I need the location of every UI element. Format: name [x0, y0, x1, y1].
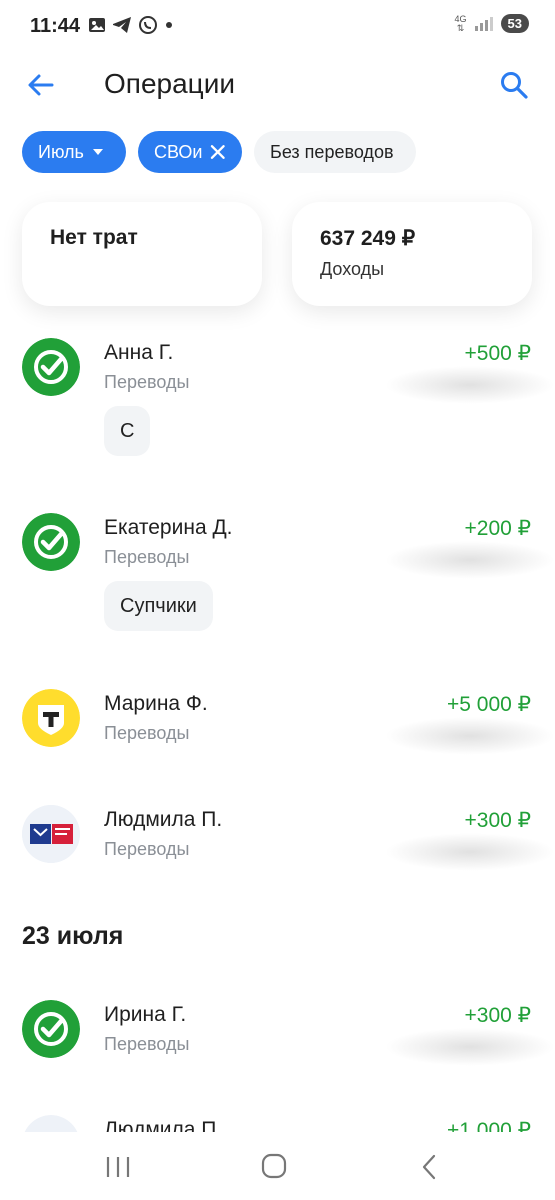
transaction-amount: +200 ₽ [464, 517, 532, 540]
dropdown-caret-icon [92, 149, 103, 155]
sber-logo-icon [22, 1000, 80, 1058]
transaction-amount: +5 000 ₽ [446, 693, 531, 716]
filter-chips: Июль СВОи Без переводов [22, 131, 416, 173]
redacted-area [385, 366, 555, 404]
transaction-amount: +1 000 ₽ [446, 1119, 531, 1132]
close-icon[interactable] [210, 144, 226, 160]
transaction-category: Переводы [104, 372, 190, 392]
more-notifications-icon [166, 22, 172, 28]
transaction-row[interactable]: Ирина Г. Переводы +300 ₽ [0, 1000, 555, 1070]
transaction-category: Переводы [104, 547, 190, 567]
transaction-name: Ирина Г. [104, 1003, 187, 1026]
income-amount: 637 249 ₽ [320, 227, 416, 250]
whatsapp-icon [139, 16, 157, 34]
transaction-category: Переводы [104, 723, 190, 743]
recent-apps-icon[interactable] [98, 1152, 138, 1182]
transaction-amount: +500 ₽ [464, 342, 532, 365]
transaction-name: Людмила П. [104, 808, 223, 831]
home-icon[interactable] [254, 1152, 294, 1182]
page-title: Операции [104, 68, 235, 99]
transfers-filter-label: Без переводов [270, 141, 394, 162]
month-filter-chip[interactable]: Июль [22, 131, 126, 173]
transaction-row[interactable]: Марина Ф. Переводы +5 000 ₽ [0, 689, 555, 759]
transaction-name: Людмила П. [104, 1118, 223, 1132]
transaction-amount: +300 ₽ [464, 809, 532, 832]
date-group-header: 23 июля [22, 922, 124, 950]
transaction-row[interactable]: Людмила П. +1 000 ₽ [0, 1115, 555, 1132]
redacted-area [385, 717, 555, 755]
status-time: 11:44 [30, 15, 81, 37]
telegram-icon [113, 17, 131, 33]
transaction-note: С [104, 406, 151, 456]
transaction-row[interactable]: Екатерина Д. Переводы +200 ₽ Супчики [0, 513, 555, 653]
transaction-name: Марина Ф. [104, 692, 208, 715]
redacted-area [385, 541, 555, 579]
network-indicator: 4G ⇅ [454, 13, 467, 33]
battery-level: 53 [500, 14, 529, 33]
status-bar: 11:44 4G ⇅ 53 [0, 0, 555, 52]
transaction-row[interactable]: Анна Г. Переводы +500 ₽ С [0, 338, 555, 478]
income-summary-card[interactable]: 637 249 ₽ Доходы [292, 202, 532, 306]
transaction-name: Екатерина Д. [104, 516, 233, 539]
redacted-area [385, 833, 555, 871]
income-label: Доходы [320, 259, 385, 279]
back-nav-icon[interactable] [410, 1152, 450, 1182]
transaction-row[interactable]: Людмила П. Переводы +300 ₽ [0, 805, 555, 875]
sber-logo-icon [22, 338, 80, 396]
top-app-bar: Операции [0, 52, 555, 122]
pochta-bank-logo-icon [24, 1115, 78, 1132]
redacted-area [385, 1028, 555, 1066]
system-navigation-bar [0, 1132, 555, 1200]
tbank-logo-icon [22, 689, 80, 747]
transaction-name: Анна Г. [104, 341, 174, 364]
status-notification-icons [88, 15, 174, 35]
spend-summary-title: Нет трат [50, 226, 138, 249]
month-filter-label: Июль [38, 141, 84, 162]
spend-summary-card[interactable]: Нет трат [22, 202, 262, 306]
network-type: 4G [454, 13, 467, 24]
status-right-group: 4G ⇅ 53 [455, 14, 529, 33]
pochta-bank-logo-icon [22, 805, 80, 863]
transaction-category: Переводы [104, 839, 190, 859]
search-icon[interactable] [499, 70, 529, 100]
transfers-filter-chip[interactable]: Без переводов [254, 131, 416, 173]
transaction-category: Переводы [104, 1034, 190, 1054]
transaction-note: Супчики [104, 581, 213, 631]
signal-icon [474, 16, 493, 31]
category-filter-label: СВОи [154, 141, 203, 162]
transaction-amount: +300 ₽ [464, 1004, 532, 1027]
sber-logo-icon [22, 513, 80, 571]
category-filter-chip[interactable]: СВОи [138, 131, 242, 173]
back-arrow-icon[interactable] [26, 70, 56, 100]
gallery-icon [89, 18, 105, 32]
